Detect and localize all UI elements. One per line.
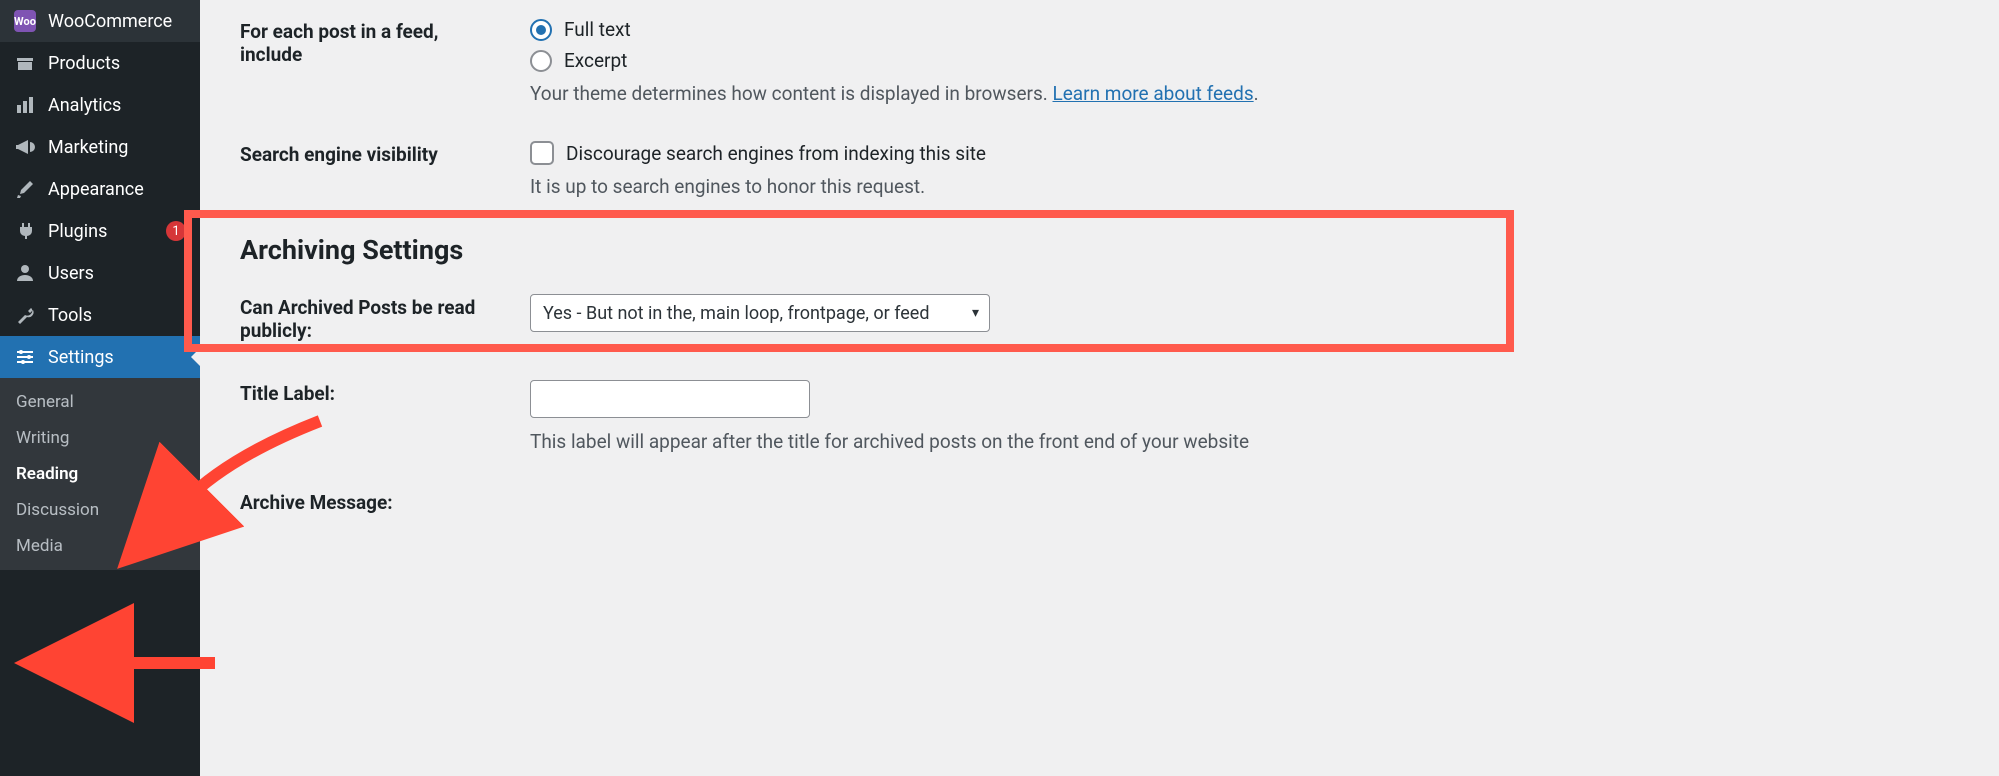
archived-public-select[interactable]: Yes - But not in the, main loop, frontpa… (530, 294, 990, 332)
sidebar-item-users[interactable]: Users (0, 252, 200, 294)
radio-icon (530, 50, 552, 72)
radio-icon (530, 19, 552, 41)
sidebar-item-marketing[interactable]: Marketing (0, 126, 200, 168)
archived-title-label: Title Label: (240, 362, 520, 471)
submenu-item-reading[interactable]: Reading (0, 456, 200, 492)
archive-message-label: Archive Message: (240, 471, 520, 534)
sidebar-item-woocommerce[interactable]: Woo WooCommerce (0, 0, 200, 42)
sidebar-item-label: Users (48, 263, 186, 284)
search-visibility-label: Search engine visibility (240, 123, 520, 216)
archiving-form-table: Can Archived Posts be read publicly: Yes… (240, 276, 1959, 534)
submenu-item-general[interactable]: General (0, 384, 200, 420)
feed-excerpt-option[interactable]: Excerpt (530, 49, 1949, 72)
wrench-icon (14, 304, 36, 326)
sidebar-item-label: Plugins (48, 221, 154, 242)
submenu-item-media[interactable]: Media (0, 528, 200, 564)
plug-icon (14, 220, 36, 242)
sidebar-item-label: Appearance (48, 179, 186, 200)
settings-reading-page: For each post in a feed, include Full te… (200, 0, 1999, 776)
megaphone-icon (14, 136, 36, 158)
learn-more-feeds-link[interactable]: Learn more about feeds (1053, 82, 1254, 105)
users-icon (14, 262, 36, 284)
admin-sidebar: Woo WooCommerce Products Analytics Marke… (0, 0, 200, 776)
feed-fulltext-option[interactable]: Full text (530, 18, 1949, 41)
sidebar-item-label: Settings (48, 347, 186, 368)
sidebar-item-label: Analytics (48, 95, 186, 116)
checkbox-icon (530, 141, 554, 165)
sidebar-item-appearance[interactable]: Appearance (0, 168, 200, 210)
archived-public-label: Can Archived Posts be read publicly: (240, 276, 520, 362)
sidebar-item-plugins[interactable]: Plugins 1 (0, 210, 200, 252)
select-value: Yes - But not in the, main loop, frontpa… (543, 303, 930, 324)
sliders-icon (14, 346, 36, 368)
archive-icon (14, 52, 36, 74)
feed-helper-text: Your theme determines how content is dis… (530, 82, 1949, 105)
checkbox-label: Discourage search engines from indexing … (566, 142, 986, 165)
sidebar-item-label: Tools (48, 305, 186, 326)
archived-title-input[interactable] (530, 380, 810, 418)
submenu-item-writing[interactable]: Writing (0, 420, 200, 456)
brush-icon (14, 178, 36, 200)
sidebar-item-label: Products (48, 53, 186, 74)
feed-include-label: For each post in a feed, include (240, 0, 520, 123)
radio-label: Full text (564, 18, 631, 41)
search-visibility-helper: It is up to search engines to honor this… (530, 175, 1949, 198)
settings-form-table: For each post in a feed, include Full te… (240, 0, 1959, 216)
sidebar-item-label: Marketing (48, 137, 186, 158)
archiving-settings-heading: Archiving Settings (240, 234, 1959, 266)
submenu-item-discussion[interactable]: Discussion (0, 492, 200, 528)
sidebar-item-products[interactable]: Products (0, 42, 200, 84)
archived-title-helper: This label will appear after the title f… (530, 430, 1949, 453)
discourage-indexing-option[interactable]: Discourage search engines from indexing … (530, 141, 1949, 165)
sidebar-item-settings[interactable]: Settings (0, 336, 200, 378)
settings-submenu: General Writing Reading Discussion Media (0, 378, 200, 570)
sidebar-item-analytics[interactable]: Analytics (0, 84, 200, 126)
chevron-down-icon: ▾ (972, 305, 979, 321)
sidebar-item-label: WooCommerce (48, 11, 186, 32)
sidebar-item-tools[interactable]: Tools (0, 294, 200, 336)
radio-label: Excerpt (564, 49, 627, 72)
bar-chart-icon (14, 94, 36, 116)
woo-icon: Woo (14, 10, 36, 32)
update-count-badge: 1 (166, 221, 186, 241)
